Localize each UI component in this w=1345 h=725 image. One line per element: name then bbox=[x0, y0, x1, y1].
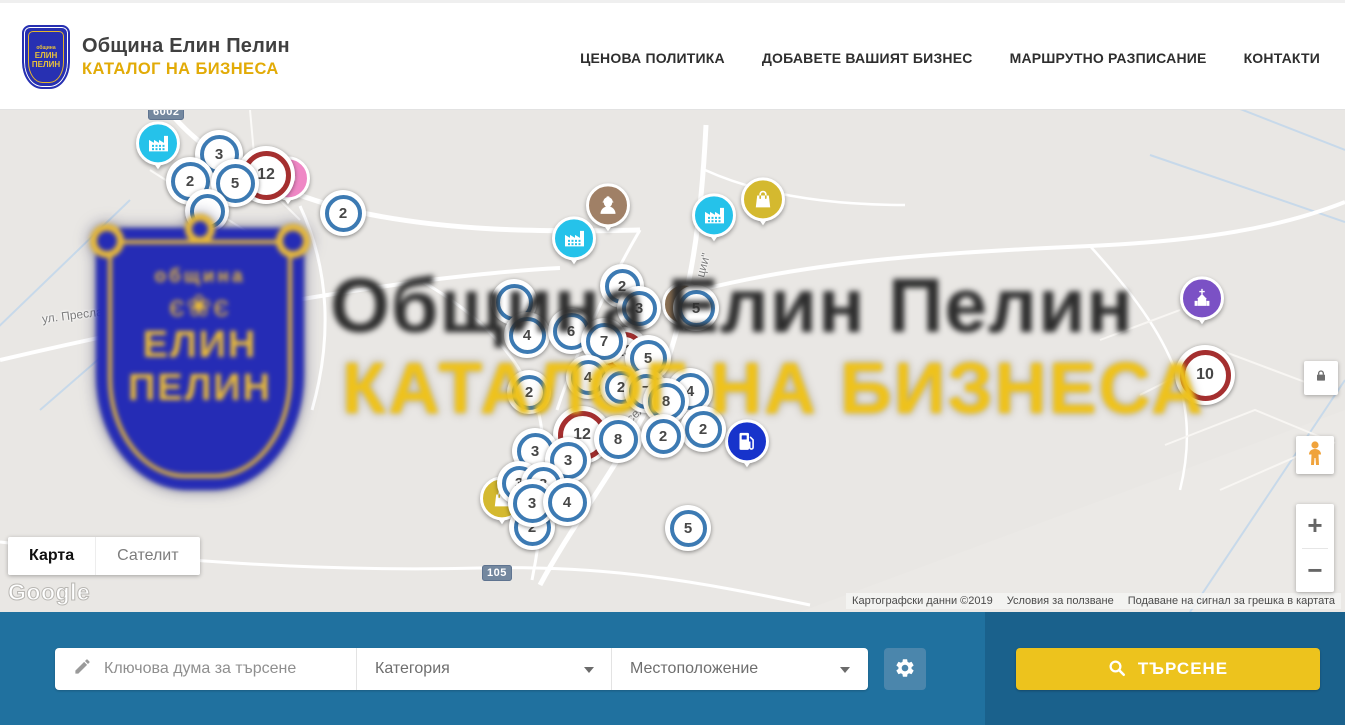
map-attribution: Картографски данни ©2019 Условия за полз… bbox=[846, 593, 1341, 609]
cluster-count: 4 bbox=[584, 369, 592, 386]
main-nav: ЦЕНОВА ПОЛИТИКА ДОБАВЕТЕ ВАШИЯТ БИЗНЕС М… bbox=[580, 3, 1320, 113]
cluster-count: 3 bbox=[215, 146, 223, 163]
site-title: Община Елин Пелин bbox=[82, 35, 290, 58]
cluster-count: 12 bbox=[257, 166, 275, 184]
chevron-down-icon bbox=[584, 667, 594, 673]
factory-pin-marker[interactable] bbox=[551, 216, 597, 274]
cluster-count: 5 bbox=[692, 300, 700, 317]
factory-pin-marker[interactable] bbox=[691, 193, 737, 251]
cluster-count: 4 bbox=[523, 327, 531, 344]
location-select[interactable]: Местоположение bbox=[612, 648, 867, 690]
nav-schedule[interactable]: МАРШРУТНО РАЗПИСАНИЕ bbox=[1010, 50, 1207, 66]
factory-icon bbox=[702, 203, 726, 227]
gear-icon bbox=[894, 657, 916, 682]
zoom-in-button[interactable]: + bbox=[1296, 504, 1334, 548]
lock-icon bbox=[1313, 368, 1329, 389]
cluster-count: 3 bbox=[564, 452, 572, 469]
cluster-marker[interactable]: 5 bbox=[673, 285, 719, 331]
cluster-count: 5 bbox=[644, 350, 652, 367]
cluster-marker[interactable]: 2 bbox=[320, 190, 366, 236]
cluster-marker[interactable]: 4 bbox=[504, 312, 550, 358]
bag-pin-marker[interactable] bbox=[740, 177, 786, 235]
cluster-count: 5 bbox=[231, 175, 239, 192]
cluster-count: 6 bbox=[567, 323, 575, 340]
pegman-icon bbox=[1304, 440, 1326, 471]
fuel-pin-marker[interactable] bbox=[724, 419, 770, 477]
google-logo[interactable]: Google bbox=[8, 579, 90, 606]
cluster-count: 2 bbox=[699, 421, 707, 438]
search-bar: Категория Местоположение ТЪРСЕНЕ bbox=[0, 612, 1345, 725]
cluster-count: 2 bbox=[339, 205, 347, 222]
cluster-count: 3 bbox=[531, 443, 539, 460]
map-type-control: Карта Сателит bbox=[8, 537, 200, 575]
cluster-count: 8 bbox=[662, 393, 670, 410]
cluster-count: 3 bbox=[528, 495, 536, 512]
attribution-copyright: Картографски данни ©2019 bbox=[852, 595, 993, 607]
cluster-marker[interactable]: 3 bbox=[617, 286, 661, 330]
site-subtitle: КАТАЛОГ НА БИЗНЕСА bbox=[82, 60, 290, 79]
church-icon bbox=[1190, 286, 1214, 310]
map-canvas[interactable]: 6002105 ул. Преславбул. „Новоселции" 321… bbox=[0, 110, 1345, 612]
search-input-group: Категория Местоположение bbox=[55, 648, 868, 690]
worker-icon bbox=[596, 193, 620, 217]
cluster-marker[interactable]: 2 bbox=[641, 414, 685, 458]
header: община ЕЛИНПЕЛИН Община Елин Пелин КАТАЛ… bbox=[0, 0, 1345, 110]
cluster-marker[interactable]: 5 bbox=[665, 505, 711, 551]
cluster-marker[interactable]: 4 bbox=[543, 478, 591, 526]
zoom-out-button[interactable]: − bbox=[1296, 548, 1334, 592]
cluster-count: 10 bbox=[1196, 366, 1214, 384]
map-type-map-button[interactable]: Карта bbox=[8, 537, 95, 575]
keyword-input[interactable] bbox=[104, 660, 344, 678]
municipality-logo: община ЕЛИНПЕЛИН bbox=[22, 25, 70, 89]
cluster-count: 7 bbox=[600, 333, 608, 350]
nav-add-business[interactable]: ДОБАВЕТЕ ВАШИЯТ БИЗНЕС bbox=[762, 50, 973, 66]
nav-contacts[interactable]: КОНТАКТИ bbox=[1244, 50, 1320, 66]
cluster-marker[interactable]: 10 bbox=[1175, 345, 1235, 405]
cluster-marker[interactable]: 2 bbox=[507, 370, 551, 414]
search-button[interactable]: ТЪРСЕНЕ bbox=[1016, 648, 1320, 690]
map-markers: 321252235461375427482212823338234510 bbox=[0, 110, 1345, 612]
category-select[interactable]: Категория bbox=[357, 648, 612, 690]
advanced-settings-button[interactable] bbox=[884, 648, 926, 690]
factory-icon bbox=[146, 131, 170, 155]
brand[interactable]: община ЕЛИНПЕЛИН Община Елин Пелин КАТАЛ… bbox=[22, 25, 290, 89]
keyword-section bbox=[55, 648, 357, 690]
search-icon bbox=[1108, 659, 1126, 680]
cluster-marker[interactable]: 8 bbox=[594, 415, 642, 463]
map-type-satellite-button[interactable]: Сателит bbox=[95, 537, 199, 575]
zoom-control: + − bbox=[1296, 504, 1334, 592]
cluster-count: 2 bbox=[186, 173, 194, 190]
cluster-count: 3 bbox=[635, 300, 643, 317]
nav-pricing[interactable]: ЦЕНОВА ПОЛИТИКА bbox=[580, 50, 725, 66]
cluster-count: 2 bbox=[659, 428, 667, 445]
cluster-count: 4 bbox=[563, 494, 571, 511]
cluster-marker[interactable]: 2 bbox=[680, 406, 726, 452]
cluster-count: 2 bbox=[525, 384, 533, 401]
terms-link[interactable]: Условия за ползване bbox=[1007, 595, 1114, 607]
pegman-button[interactable] bbox=[1296, 436, 1334, 474]
factory-icon bbox=[562, 226, 586, 250]
report-error-link[interactable]: Подаване на сигнал за грешка в картата bbox=[1128, 595, 1335, 607]
church-pin-marker[interactable] bbox=[1179, 276, 1225, 334]
fuel-icon bbox=[735, 429, 759, 453]
pencil-icon bbox=[73, 657, 92, 681]
bag-icon bbox=[751, 187, 775, 211]
chevron-down-icon bbox=[840, 667, 850, 673]
cluster-count: 8 bbox=[614, 431, 622, 448]
lock-button[interactable] bbox=[1304, 361, 1338, 395]
cluster-marker[interactable] bbox=[185, 189, 229, 233]
cluster-count: 5 bbox=[684, 520, 692, 537]
